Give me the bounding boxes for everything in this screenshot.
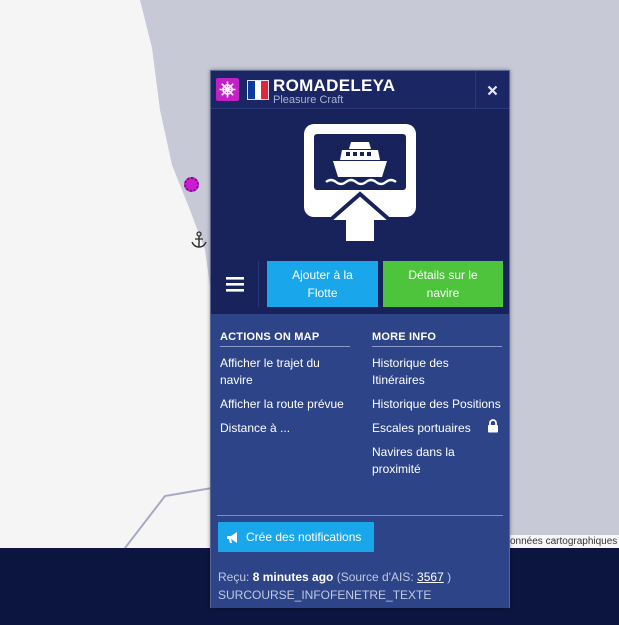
received-info: Reçu: 8 minutes ago (Source d'AIS: 3567 … — [218, 570, 452, 584]
create-notifications-button[interactable]: Crée des notifications — [218, 522, 374, 552]
megaphone-icon — [227, 531, 237, 543]
no-photo-placeholder[interactable] — [302, 122, 418, 245]
panel-divider — [217, 515, 503, 516]
actions-on-map-section: ACTIONS ON MAP Afficher le trajet du nav… — [220, 331, 350, 444]
anchor-icon[interactable] — [190, 231, 208, 249]
lock-icon — [487, 419, 499, 433]
received-age: 8 minutes ago — [252, 570, 334, 584]
flag-icon — [247, 80, 269, 100]
actions-on-map-title: ACTIONS ON MAP — [220, 331, 350, 347]
show-track-link[interactable]: Afficher le trajet du navire — [220, 355, 350, 389]
map-attribution: onnées cartographiques — [508, 535, 619, 549]
nearby-vessels-link[interactable]: Navires dans la proximité — [372, 444, 502, 478]
vessel-marker[interactable] — [184, 177, 199, 192]
create-notifications-label: Crée des notifications — [246, 530, 362, 544]
close-icon — [487, 85, 498, 95]
port-calls-link[interactable]: Escales portuaires — [372, 420, 502, 437]
actions-panel: ACTIONS ON MAP Afficher le trajet du nav… — [211, 314, 509, 608]
vessel-name: ROMADELEYA — [273, 76, 396, 95]
hamburger-icon — [225, 276, 244, 292]
more-info-section: MORE INFO Historique des Itinéraires His… — [372, 331, 502, 485]
surcourse-text: SURCOURSE_INFOFENETRE_TEXTE — [218, 588, 432, 602]
add-to-fleet-button[interactable]: Ajouter à la Flotte — [267, 261, 378, 307]
more-info-title: MORE INFO — [372, 331, 502, 347]
boat-placeholder-icon — [304, 124, 416, 245]
show-planned-route-link[interactable]: Afficher la route prévue — [220, 396, 350, 413]
vessel-type: Pleasure Craft — [273, 94, 344, 106]
distance-to-link[interactable]: Distance à ... — [220, 420, 350, 437]
vessel-details-button[interactable]: Détails sur le navire — [383, 261, 503, 307]
vessel-info-popup: ROMADELEYA Pleasure Craft Ajouter à la F… — [210, 70, 510, 608]
close-button[interactable] — [475, 71, 509, 109]
ship-wheel-icon — [216, 78, 239, 101]
popup-header: ROMADELEYA Pleasure Craft — [211, 71, 509, 109]
voyage-history-link[interactable]: Historique des Itinéraires — [372, 355, 502, 389]
ais-source-link[interactable]: 3567 — [417, 570, 444, 584]
position-history-link[interactable]: Historique des Positions — [372, 396, 502, 413]
hamburger-menu-button[interactable] — [211, 261, 259, 307]
